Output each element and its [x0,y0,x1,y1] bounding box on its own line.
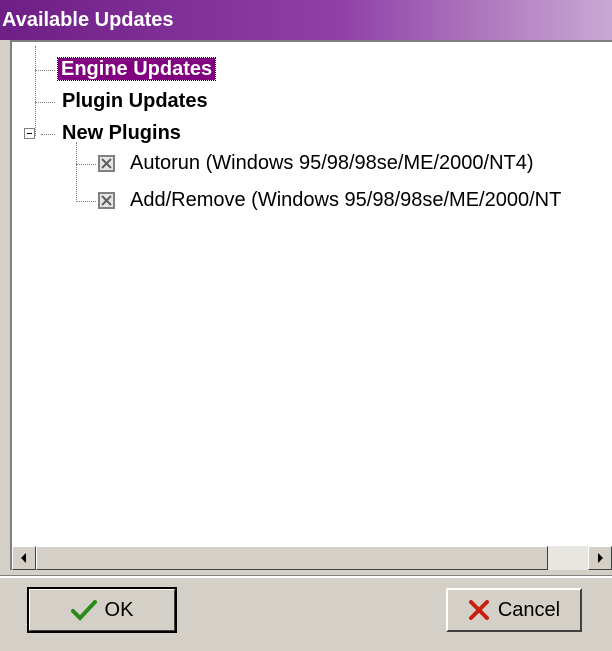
ok-button[interactable]: OK [27,587,177,633]
arrow-right-icon [598,553,603,563]
divider [0,575,612,578]
collapse-icon[interactable] [24,128,35,139]
tree-item-plugin-updates[interactable]: Plugin Updates [62,90,208,113]
tree-item-label: Plugin Updates [62,90,208,112]
tree-item-autorun[interactable]: Autorun (Windows 95/98/98se/ME/2000/NT4) [130,152,534,175]
scroll-left-button[interactable] [12,546,36,570]
check-x-icon [101,158,112,169]
tree-connector [76,164,96,165]
tree-item-engine-updates[interactable]: Engine Updates [56,57,217,81]
ok-label: OK [104,598,134,621]
tree-item-label: New Plugins [62,122,181,144]
tree-item-label: Add/Remove (Windows 95/98/98se/ME/2000/N… [130,189,562,211]
horizontal-scrollbar[interactable] [12,546,612,570]
checkmark-icon [70,600,97,621]
tree-connector [35,46,36,136]
tree-item-label: Autorun (Windows 95/98/98se/ME/2000/NT4) [130,152,534,174]
scroll-right-button[interactable] [588,546,612,570]
tree-connector [35,70,55,71]
tree-connector [35,102,55,103]
check-x-icon [101,195,112,206]
cancel-x-icon [468,600,489,620]
cancel-button[interactable]: Cancel [446,588,582,632]
tree-item-add-remove[interactable]: Add/Remove (Windows 95/98/98se/ME/2000/N… [130,189,561,212]
scroll-thumb[interactable] [36,546,548,570]
window-title: Available Updates [0,0,612,40]
tree-connector [76,142,77,202]
tree-connector [76,201,96,202]
checkbox-add-remove[interactable] [98,192,115,209]
updates-tree[interactable]: Engine Updates Plugin Updates New Plugin… [10,40,612,570]
tree-item-new-plugins[interactable]: New Plugins [62,122,181,145]
checkbox-autorun[interactable] [98,155,115,172]
tree-connector [41,134,55,135]
arrow-left-icon [21,553,26,563]
cancel-label: Cancel [497,598,561,621]
tree-item-label: Engine Updates [56,57,217,81]
